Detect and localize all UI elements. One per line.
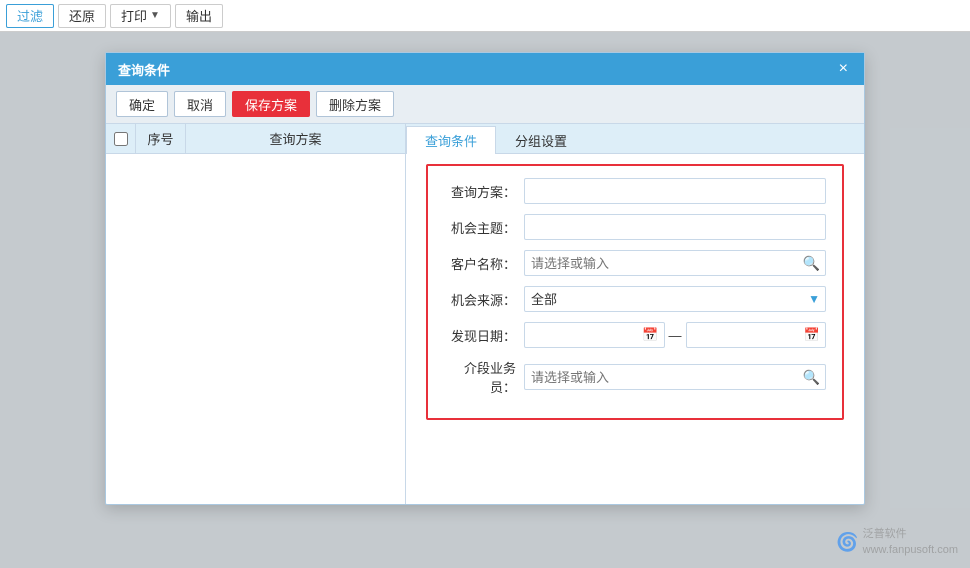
export-button[interactable]: 输出 <box>175 4 223 28</box>
date-separator: — <box>669 328 682 343</box>
main-area: 查询条件 × 确定 取消 保存方案 删除方案 序号 <box>0 32 970 568</box>
date-start-calendar-icon[interactable]: 📅 <box>642 327 658 343</box>
form-row-client: 客户名称： 🔍 <box>444 250 826 276</box>
date-end-wrap: 📅 <box>686 322 827 348</box>
watermark-url: www.fanpusoft.com <box>863 543 958 558</box>
print-dropdown-arrow[interactable]: ▼ <box>150 10 160 21</box>
date-start-wrap: 📅 <box>524 322 665 348</box>
tab-bar: 查询条件 分组设置 <box>406 124 864 154</box>
date-end-calendar-icon[interactable]: 📅 <box>804 327 820 343</box>
modal-overlay: 查询条件 × 确定 取消 保存方案 删除方案 序号 <box>0 32 970 568</box>
filter-button[interactable]: 过滤 <box>6 4 54 28</box>
form-row-staff: 介段业务员： 🔍 <box>444 358 826 396</box>
scheme-list <box>106 154 405 504</box>
label-source: 机会来源： <box>444 290 524 309</box>
modal-title: 查询条件 <box>118 60 170 79</box>
watermark: 🌀 泛普软件 www.fanpusoft.com <box>836 527 958 558</box>
form-inner: 查询方案： 机会主题： 客户名称： <box>426 164 844 420</box>
header-checkbox-col <box>106 124 136 153</box>
confirm-button[interactable]: 确定 <box>116 91 168 117</box>
modal-header: 查询条件 × <box>106 53 864 85</box>
header-num-col: 序号 <box>136 124 186 153</box>
topic-input[interactable] <box>524 214 826 240</box>
left-panel: 序号 查询方案 <box>106 124 406 504</box>
modal-body: 序号 查询方案 查询条件 分组设置 <box>106 124 864 504</box>
form-row-source: 机会来源： 全部 电话 网络 推荐 其他 ▼ <box>444 286 826 312</box>
table-header: 序号 查询方案 <box>106 124 405 154</box>
restore-button[interactable]: 还原 <box>58 4 106 28</box>
print-button[interactable]: 打印 ▼ <box>110 4 171 28</box>
label-staff: 介段业务员： <box>444 358 524 396</box>
cancel-button[interactable]: 取消 <box>174 91 226 117</box>
modal-close-button[interactable]: × <box>835 61 852 77</box>
staff-search-icon[interactable]: 🔍 <box>803 369 820 386</box>
label-date: 发现日期： <box>444 326 524 345</box>
tab-group-settings[interactable]: 分组设置 <box>496 126 586 154</box>
staff-input-wrap: 🔍 <box>524 364 826 390</box>
client-search-icon[interactable]: 🔍 <box>803 255 820 272</box>
staff-input[interactable] <box>524 364 826 390</box>
watermark-logo-icon: 🌀 <box>836 532 858 553</box>
select-all-checkbox[interactable] <box>114 132 128 146</box>
label-topic: 机会主题： <box>444 218 524 237</box>
tab-query-conditions[interactable]: 查询条件 <box>406 126 496 154</box>
header-name-col: 查询方案 <box>186 129 405 148</box>
source-select-wrap: 全部 电话 网络 推荐 其他 ▼ <box>524 286 826 312</box>
source-select[interactable]: 全部 电话 网络 推荐 其他 <box>524 286 826 312</box>
toolbar: 过滤 还原 打印 ▼ 输出 <box>0 0 970 32</box>
right-panel: 查询条件 分组设置 查询方案： <box>406 124 864 504</box>
label-client: 客户名称： <box>444 254 524 273</box>
label-scheme: 查询方案： <box>444 182 524 201</box>
form-area: 查询方案： 机会主题： 客户名称： <box>406 154 864 504</box>
scheme-input[interactable] <box>524 178 826 204</box>
client-input-wrap: 🔍 <box>524 250 826 276</box>
save-scheme-button[interactable]: 保存方案 <box>232 91 310 117</box>
query-conditions-modal: 查询条件 × 确定 取消 保存方案 删除方案 序号 <box>105 52 865 505</box>
watermark-text: 泛普软件 www.fanpusoft.com <box>863 527 958 558</box>
modal-toolbar: 确定 取消 保存方案 删除方案 <box>106 85 864 124</box>
form-row-scheme: 查询方案： <box>444 178 826 204</box>
delete-scheme-button[interactable]: 删除方案 <box>316 91 394 117</box>
date-range-wrap: 📅 — 📅 <box>524 322 826 348</box>
client-input[interactable] <box>524 250 826 276</box>
form-row-topic: 机会主题： <box>444 214 826 240</box>
watermark-brand: 泛普软件 <box>863 527 958 542</box>
form-row-date: 发现日期： 📅 — 📅 <box>444 322 826 348</box>
